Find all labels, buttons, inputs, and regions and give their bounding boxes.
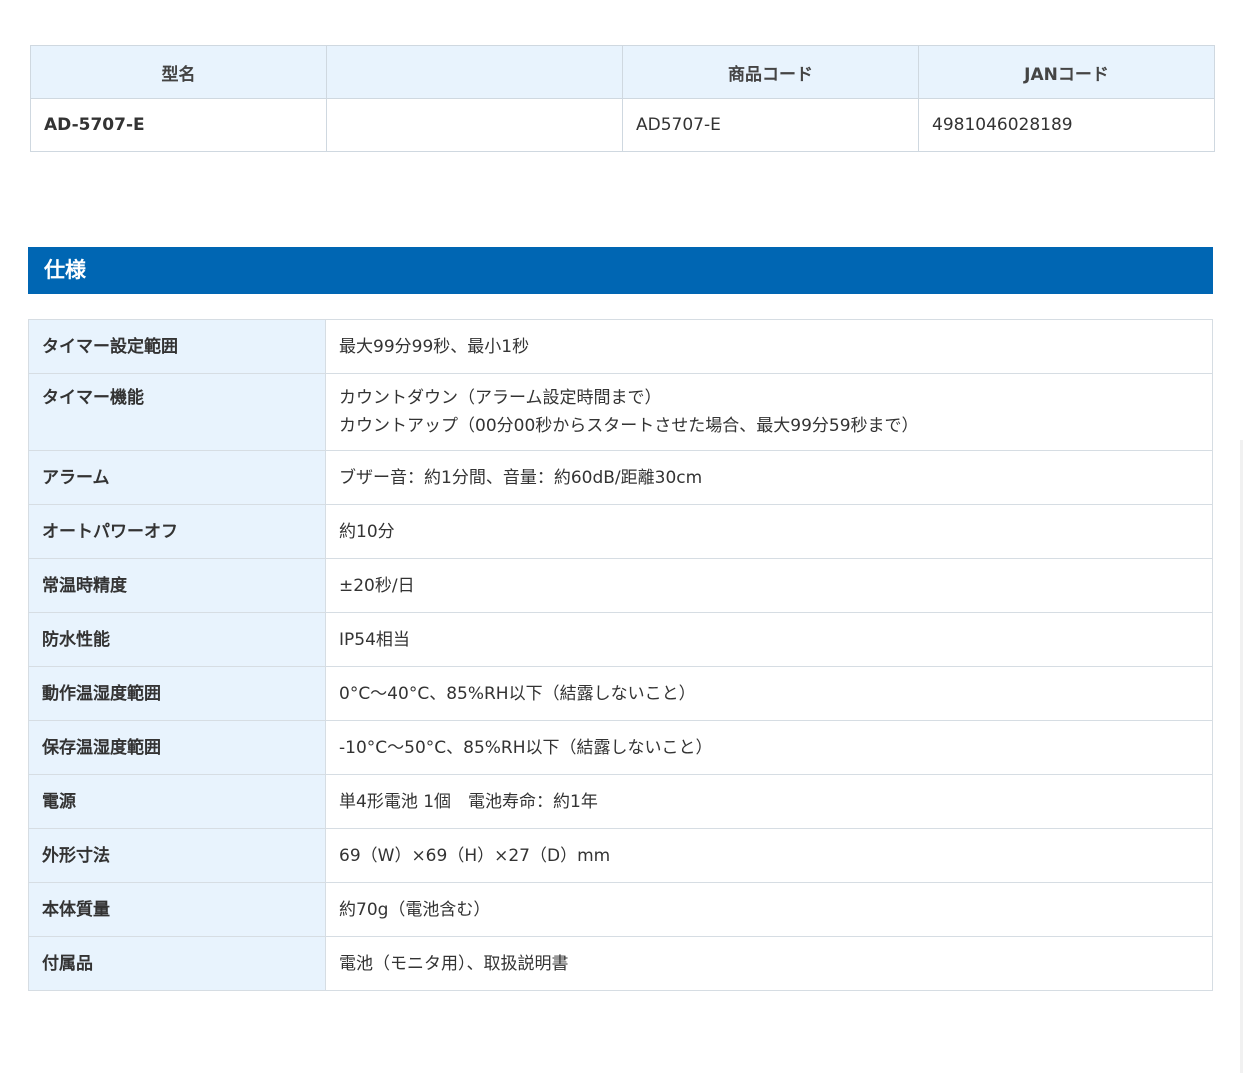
spec-row: 保存温湿度範囲 -10°C〜50°C、85%RH以下（結露しないこと） [28, 720, 1213, 775]
spec-label: 動作温湿度範囲 [28, 666, 326, 721]
spec-value: 69（W）×69（H）×27（D）mm [325, 828, 1213, 883]
spec-value: -10°C〜50°C、85%RH以下（結露しないこと） [325, 720, 1213, 775]
product-table-row: AD-5707-E AD5707-E 4981046028189 [30, 98, 1215, 152]
spec-value: 0°C〜40°C、85%RH以下（結露しないこと） [325, 666, 1213, 721]
spec-value: カウントダウン（アラーム設定時間まで） カウントアップ（00分00秒からスタートさ… [325, 373, 1213, 451]
spec-label: 保存温湿度範囲 [28, 720, 326, 775]
spec-value-line: 約10分 [339, 521, 395, 542]
spec-table: タイマー設定範囲 最大99分99秒、最小1秒 タイマー機能 カウントダウン（アラーム設… [28, 319, 1213, 991]
spec-label: 付属品 [28, 936, 326, 991]
spec-row: タイマー機能 カウントダウン（アラーム設定時間まで） カウントアップ（00分00秒か… [28, 373, 1213, 451]
spec-value-line: 約70g（電池含む） [339, 899, 491, 920]
header-model-name: 型名 [30, 45, 327, 99]
spec-value-line: 0°C〜40°C、85%RH以下（結露しないこと） [339, 683, 696, 704]
jan-code-cell: 4981046028189 [918, 98, 1215, 152]
spec-label: アラーム [28, 450, 326, 505]
spec-value: 約70g（電池含む） [325, 882, 1213, 937]
spec-row: アラーム ブザー音：約1分間、音量：約60dB/距離30cm [28, 450, 1213, 505]
spec-value: ±20秒/日 [325, 558, 1213, 613]
spec-row: 付属品 電池（モニタ用）、取扱説明書 [28, 936, 1213, 991]
spec-value-line: カウントダウン（アラーム設定時間まで） [339, 388, 662, 408]
header-product-code: 商品コード [622, 45, 919, 99]
spec-value: IP54相当 [325, 612, 1213, 667]
spec-row: 外形寸法 69（W）×69（H）×27（D）mm [28, 828, 1213, 883]
product-code-cell: AD5707-E [622, 98, 919, 152]
product-table-header-row: 型名 商品コード JANコード [30, 45, 1215, 99]
spec-value-line: ブザー音：約1分間、音量：約60dB/距離30cm [339, 467, 703, 488]
spec-value: 約10分 [325, 504, 1213, 559]
spec-value-line: -10°C〜50°C、85%RH以下（結露しないこと） [339, 737, 713, 758]
spec-row: タイマー設定範囲 最大99分99秒、最小1秒 [28, 319, 1213, 374]
spec-row: 常温時精度 ±20秒/日 [28, 558, 1213, 613]
header-blank [326, 45, 623, 99]
spec-value-line: 最大99分99秒、最小1秒 [339, 336, 530, 357]
model-name-cell: AD-5707-E [30, 98, 327, 152]
spec-value-line: カウントアップ（00分00秒からスタートさせた場合、最大99分59秒まで） [339, 416, 919, 436]
spec-label: 本体質量 [28, 882, 326, 937]
spec-row: 防水性能 IP54相当 [28, 612, 1213, 667]
spec-value-line: 電池（モニタ用）、取扱説明書 [339, 953, 569, 974]
spec-row: 動作温湿度範囲 0°C〜40°C、85%RH以下（結露しないこと） [28, 666, 1213, 721]
spec-row: オートパワーオフ 約10分 [28, 504, 1213, 559]
spec-row: 電源 単4形電池 1個 電池寿命：約1年 [28, 774, 1213, 829]
spec-value: 電池（モニタ用）、取扱説明書 [325, 936, 1213, 991]
spec-row: 本体質量 約70g（電池含む） [28, 882, 1213, 937]
spec-value-line: IP54相当 [339, 629, 410, 650]
spec-value-line: 69（W）×69（H）×27（D）mm [339, 845, 611, 866]
header-jan-code: JANコード [918, 45, 1215, 99]
blank-cell [326, 98, 623, 152]
spec-label: 常温時精度 [28, 558, 326, 613]
spec-label: タイマー機能 [28, 373, 326, 451]
spec-label: タイマー設定範囲 [28, 319, 326, 374]
spec-value-line: 単4形電池 1個 電池寿命：約1年 [339, 791, 598, 812]
spec-value: 最大99分99秒、最小1秒 [325, 319, 1213, 374]
spec-label: 外形寸法 [28, 828, 326, 883]
spec-label: 電源 [28, 774, 326, 829]
spec-value: 単4形電池 1個 電池寿命：約1年 [325, 774, 1213, 829]
spec-label: 防水性能 [28, 612, 326, 667]
spec-value-line: ±20秒/日 [339, 575, 415, 596]
spec-section-heading: 仕様 [28, 247, 1213, 294]
spec-label: オートパワーオフ [28, 504, 326, 559]
product-code-table: 型名 商品コード JANコード AD-5707-E AD5707-E 49810… [30, 45, 1215, 152]
spec-value: ブザー音：約1分間、音量：約60dB/距離30cm [325, 450, 1213, 505]
